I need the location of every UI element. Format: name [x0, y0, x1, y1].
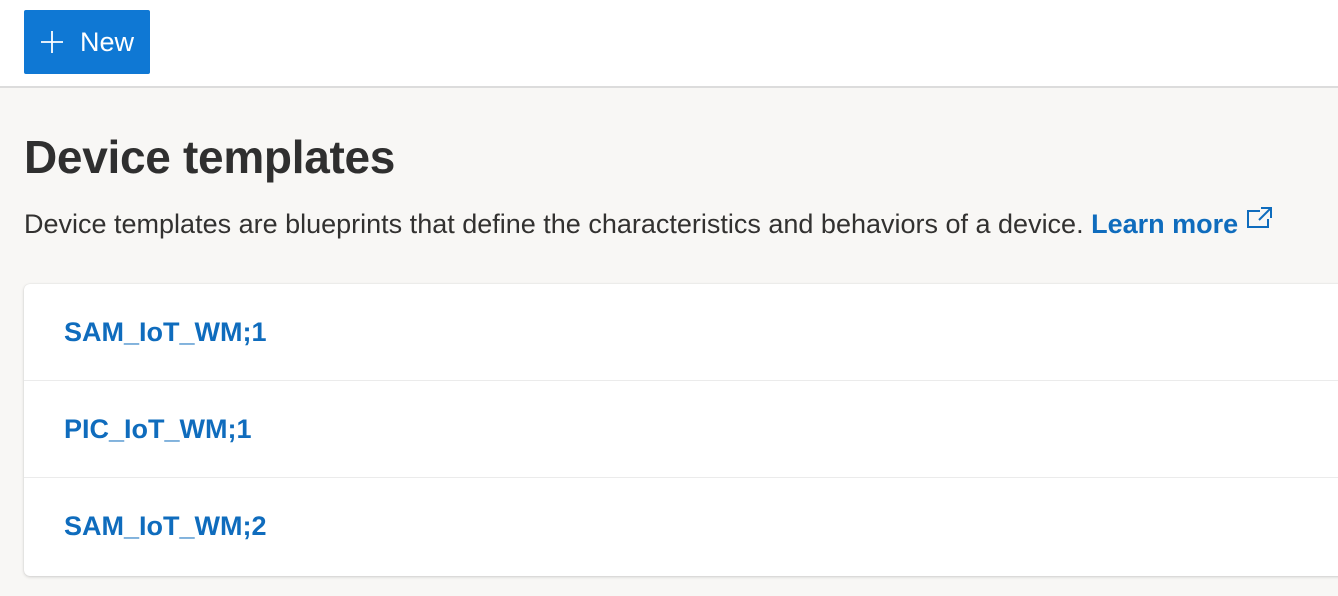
new-button[interactable]: New [24, 10, 150, 74]
page-title: Device templates [24, 131, 396, 183]
learn-more-label: Learn more [1091, 209, 1239, 239]
learn-more-link[interactable]: Learn more [1091, 207, 1273, 239]
template-link[interactable]: SAM_IoT_WM;1 [64, 317, 267, 348]
description-text: Device templates are blueprints that def… [24, 209, 1084, 239]
page-description: Device templates are blueprints that def… [24, 206, 1273, 242]
list-item[interactable]: SAM_IoT_WM;1 [24, 284, 1338, 381]
command-bar: New [0, 0, 1338, 88]
list-item[interactable]: PIC_IoT_WM;1 [24, 381, 1338, 478]
new-button-label: New [80, 26, 135, 57]
template-link[interactable]: SAM_IoT_WM;2 [64, 511, 267, 542]
template-list: SAM_IoT_WM;1 PIC_IoT_WM;1 SAM_IoT_WM;2 [24, 284, 1338, 576]
template-link[interactable]: PIC_IoT_WM;1 [64, 414, 252, 445]
external-link-icon [1247, 207, 1273, 228]
list-item[interactable]: SAM_IoT_WM;2 [24, 478, 1338, 575]
plus-icon [41, 31, 63, 53]
